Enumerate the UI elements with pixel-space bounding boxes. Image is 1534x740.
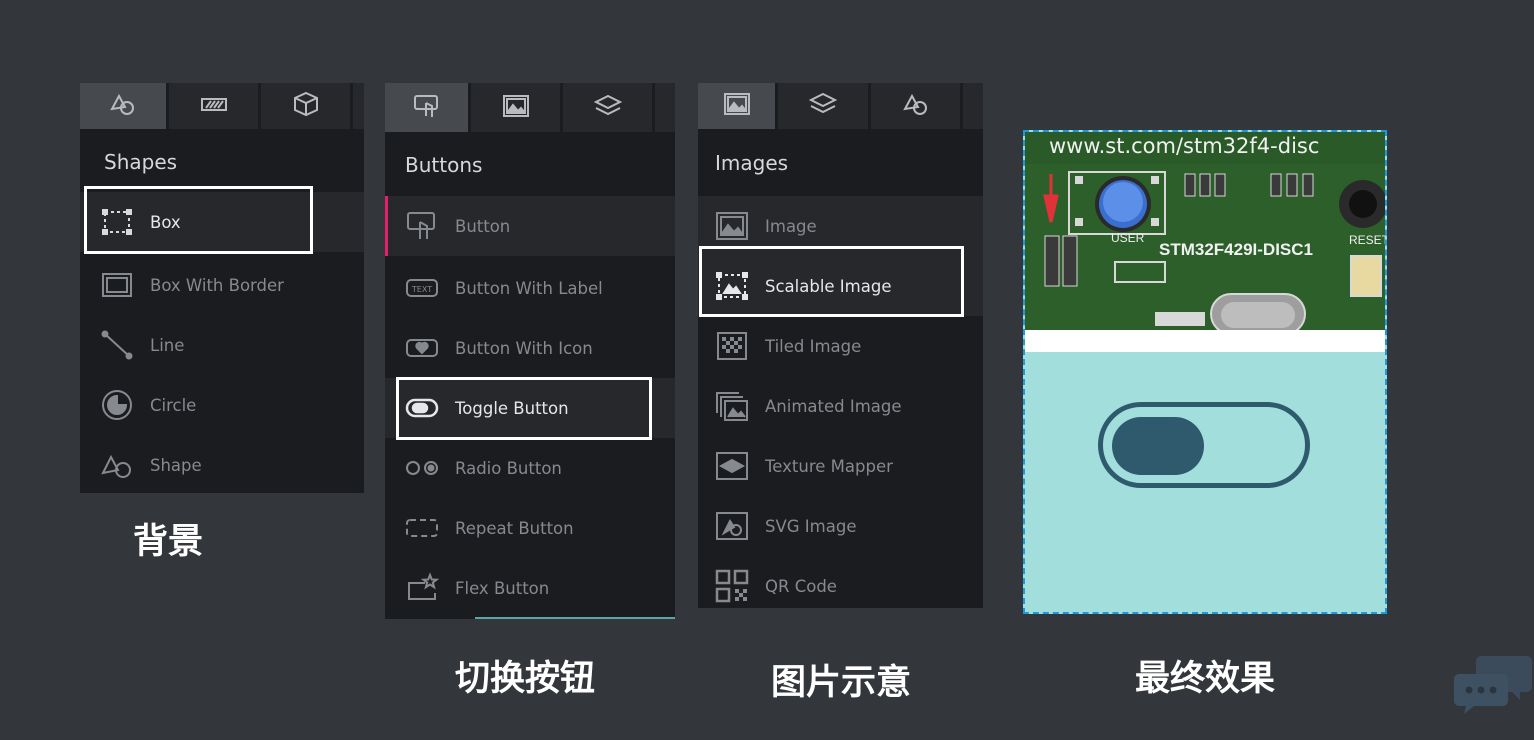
list-item-svg-image[interactable]: SVG Image [698,496,983,556]
texture-mapper-icon [715,449,749,483]
image-icon [501,91,531,125]
list-item-flex-button[interactable]: Flex Button [385,558,675,618]
repeat-button-icon [405,511,439,545]
shapes-icon [108,89,138,123]
list-item-label: SVG Image [765,516,857,536]
board-model-label: STM32F429I-DISC1 [1159,240,1313,259]
list-item-label: Button [455,216,511,236]
list-item-label: Tiled Image [765,336,862,356]
list-item-line[interactable]: Line [80,315,364,375]
button-touch-icon [412,91,442,125]
button-touch-icon [405,209,439,243]
highlight-toggle-frame [396,377,652,440]
buttons-panel-tabbar [385,83,675,132]
list-item-shape[interactable]: Shape [80,435,364,495]
list-item-button-with-label[interactable]: TEXT Button With Label [385,258,675,318]
layers-icon [593,91,623,125]
images-panel-tabbar [698,83,983,129]
tab-containers[interactable] [563,83,655,132]
list-item-repeat-button[interactable]: Repeat Button [385,498,675,558]
white-band [1025,330,1385,352]
panel-title: Shapes [104,150,178,174]
heart-button-icon [405,331,439,365]
caption-background: 背景 [132,522,203,562]
caption-final-effect: 最终效果 [1134,659,1275,699]
line-icon [100,328,134,362]
list-item-label: Line [150,335,185,355]
highlight-box-frame [84,186,313,254]
list-item-label: Texture Mapper [765,456,893,476]
qr-code-icon [715,569,749,603]
list-item-circle[interactable]: Circle [80,375,364,435]
caption-image-illustration: 图片示意 [770,663,911,703]
flex-button-icon [405,571,439,605]
list-item-box-with-border[interactable]: Box With Border [80,255,364,315]
list-item-label: Flex Button [455,578,550,598]
list-item-tiled-image[interactable]: Tiled Image [698,316,983,376]
list-item-button[interactable]: Button [385,196,675,256]
board-reset-label: RESET [1349,233,1385,247]
list-item-label: Radio Button [455,458,562,478]
panel-title: Images [715,151,789,175]
svg-text:TEXT: TEXT [411,285,432,294]
list-item-qr-code[interactable]: QR Code [698,556,983,616]
list-item-label: QR Code [765,576,837,596]
chat-logo-icon [1454,652,1534,736]
image-icon [715,209,749,243]
image-icon [722,89,752,123]
tiled-image-icon [715,329,749,363]
cube-icon [291,89,321,123]
toggle-switch[interactable] [1098,402,1310,488]
list-item-texture-mapper[interactable]: Texture Mapper [698,436,983,496]
board-url-text: www.st.com/stm32f4-disc [1049,134,1320,158]
final-preview: www.st.com/stm32f4-disc USER STM32F429I-… [1023,130,1387,614]
tab-images[interactable] [698,83,778,129]
shapes-icon [901,89,931,123]
list-item-label: Button With Icon [455,338,593,358]
list-item-label: Circle [150,395,197,415]
tab-gradient[interactable] [169,83,261,129]
caption-toggle-button: 切换按钮 [454,659,595,699]
images-panel: Images Image Scalable Image Tiled Image … [698,83,983,608]
tab-images[interactable] [471,83,563,132]
radio-icon [405,451,439,485]
tab-buttons[interactable] [385,83,471,132]
toggle-knob [1112,417,1204,475]
board-user-label: USER [1111,231,1145,245]
box-border-icon [100,268,134,302]
scroll-indicator [475,617,675,619]
list-item-button-with-icon[interactable]: Button With Icon [385,318,675,378]
list-item-label: Repeat Button [455,518,574,538]
shapes-panel-tabbar [80,83,364,129]
animated-image-icon [715,389,749,423]
board-photo-art [1025,132,1385,330]
panel-title: Buttons [405,153,483,177]
gradient-icon [199,89,229,123]
list-item-label: Image [765,216,817,236]
shape-icon [100,448,134,482]
circle-icon [100,388,134,422]
list-item-label: Box With Border [150,275,284,295]
highlight-scalable-image-frame [699,246,964,317]
list-item-radio-button[interactable]: Radio Button [385,438,675,498]
tab-containers[interactable] [778,83,871,129]
tab-3d[interactable] [261,83,353,129]
layers-icon [808,89,838,123]
list-item-label: Animated Image [765,396,902,416]
shapes-panel: Shapes Box Box With Border Line Circle S… [80,83,364,493]
text-button-icon: TEXT [405,271,439,305]
tab-shapes[interactable] [871,83,963,129]
buttons-panel: Buttons Button TEXT Button With Label Bu… [385,83,675,619]
svg-image-icon [715,509,749,543]
tab-shapes[interactable] [80,83,169,129]
list-item-label: Shape [150,455,202,475]
list-item-animated-image[interactable]: Animated Image [698,376,983,436]
list-item-label: Button With Label [455,278,603,298]
board-photo: www.st.com/stm32f4-disc USER STM32F429I-… [1025,132,1385,330]
